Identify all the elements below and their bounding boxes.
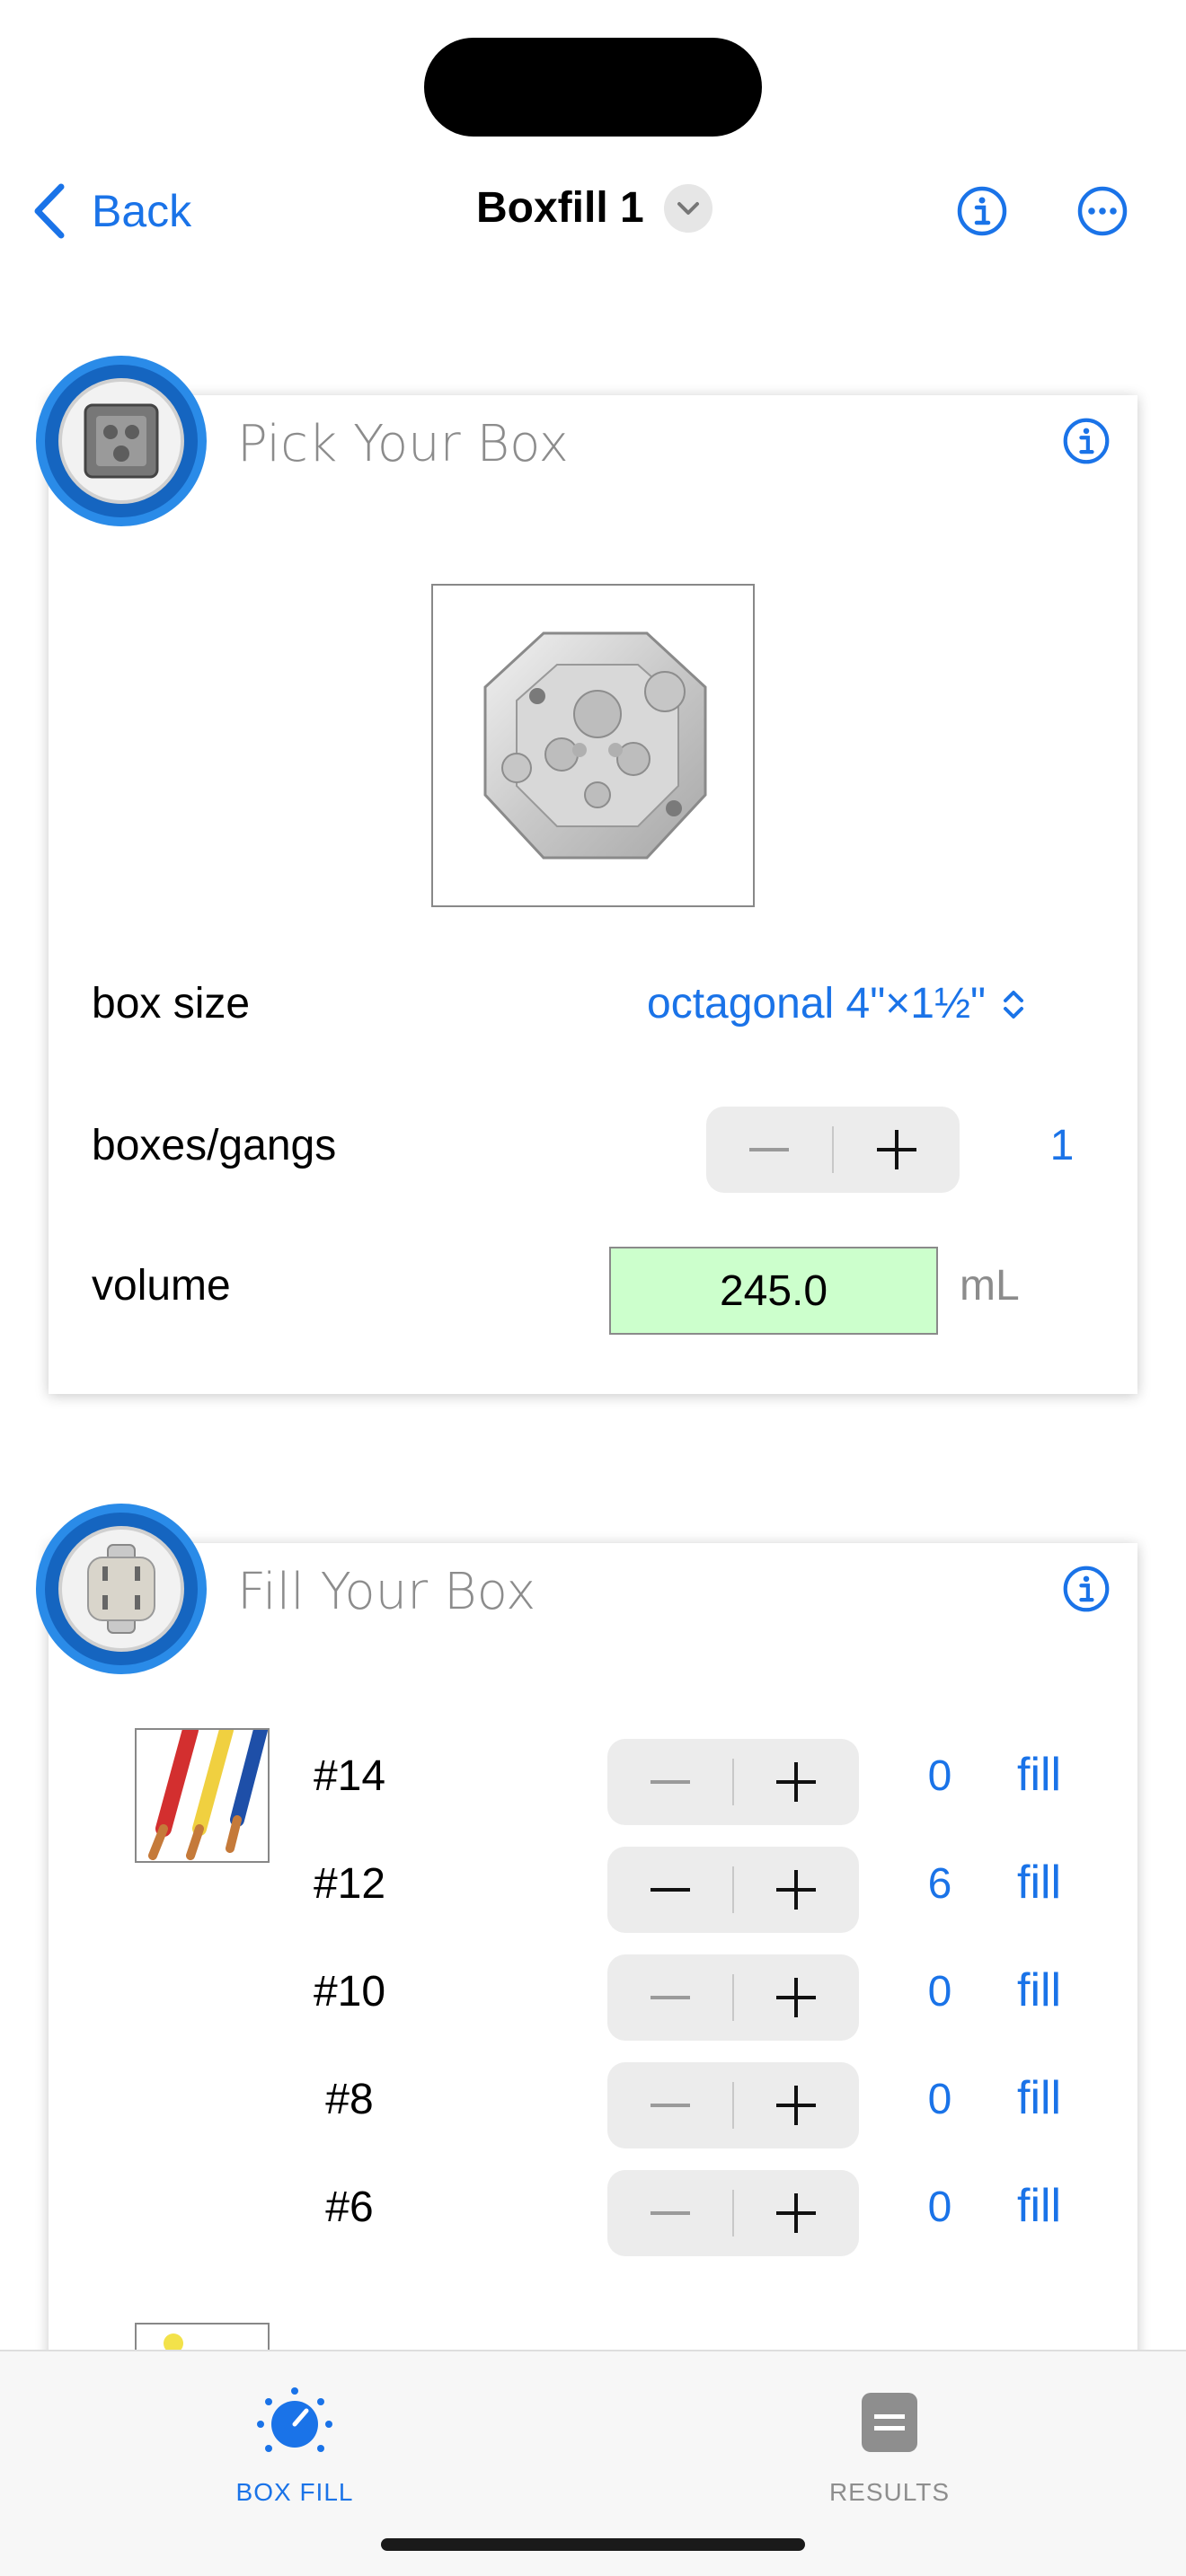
page-title: Boxfill 1 [476,183,712,233]
box-size-label: box size [92,980,251,1028]
dynamic-island [424,38,762,137]
wire-count: 0 [927,2076,952,2123]
decrement-button[interactable] [607,1954,732,2041]
increment-button[interactable] [734,1739,859,1825]
back-label: Back [92,186,192,236]
wire-gauge: #10 [313,1968,386,2016]
increment-button[interactable] [834,1107,960,1193]
volume-field[interactable]: 245.0 [609,1247,938,1335]
tab-box-fill[interactable]: BOX FILL [160,2384,429,2507]
box-image[interactable] [431,584,755,907]
octagonal-box-image [483,631,707,860]
decrement-button[interactable] [607,1847,732,1933]
decrement-button[interactable] [607,2062,732,2148]
chevron-up-down-icon [1004,990,1024,1019]
equals-icon [862,2393,917,2452]
volume-unit: mL [960,1262,1020,1310]
fill-box-badge [36,1504,207,1674]
home-indicator [381,2538,805,2551]
chevron-down-icon [677,201,699,215]
more-options-icon[interactable] [1076,185,1128,237]
wire-stepper[interactable] [607,2170,859,2256]
wire-count: 0 [927,1968,952,2016]
title-menu-button[interactable] [663,183,712,233]
plus-icon [776,1978,817,2017]
chevron-left-icon [34,183,65,239]
minus-icon [650,1996,690,1999]
increment-button[interactable] [734,1954,859,2041]
document-title: Boxfill 1 [476,184,644,232]
card-title: Pick Your Box [237,415,569,473]
minus-icon [749,1148,789,1151]
fill-button[interactable]: fill [1017,2179,1061,2233]
increment-button[interactable] [734,1847,859,1933]
fill-button[interactable]: fill [1017,2071,1061,2125]
wire-stepper[interactable] [607,2062,859,2148]
wire-stepper[interactable] [607,1847,859,1933]
tab-results[interactable]: RESULTS [755,2384,1024,2507]
increment-button[interactable] [734,2062,859,2148]
info-icon[interactable] [956,185,1008,237]
minus-icon [650,2104,690,2107]
box-thumbnail [58,378,184,504]
wire-count: 6 [927,1860,952,1908]
wire-gauge: #8 [325,2076,374,2123]
box-size-picker[interactable]: octagonal 4"×1½" [647,979,1027,1028]
wire-gauge: #14 [313,1752,386,1800]
square-box-icon [84,403,159,479]
boxes-count: 1 [1049,1122,1075,1169]
boxes-gangs-label: boxes/gangs [92,1122,337,1169]
plus-icon [877,1130,916,1169]
plus-icon [776,2193,817,2233]
decrement-button[interactable] [706,1107,832,1193]
info-icon[interactable] [1062,417,1111,465]
fill-box-card: Fill Your Box #14 0 fill #12 6 fill #10 … [49,1543,1137,2448]
wire-image [135,1728,270,1863]
fill-button[interactable]: fill [1017,1748,1061,1802]
wire-stepper[interactable] [607,1954,859,2041]
navigation-bar: Back Boxfill 1 [0,171,1186,251]
plus-icon [776,2086,817,2125]
wire-count: 0 [927,1752,952,1800]
info-icon[interactable] [1062,1565,1111,1613]
tab-label: BOX FILL [235,2478,354,2506]
pick-box-card: Pick Your Box box size octagonal 4"×1½" … [49,395,1137,1394]
fill-button[interactable]: fill [1017,1856,1061,1910]
minus-icon [650,2211,690,2215]
boxes-stepper[interactable] [706,1107,960,1193]
minus-icon [650,1888,690,1892]
gauge-icon [257,2387,332,2452]
decrement-button[interactable] [607,1739,732,1825]
plus-icon [776,1762,817,1802]
receptacle-thumbnail [58,1526,184,1652]
back-button[interactable]: Back [32,183,191,239]
minus-icon [650,1780,690,1784]
wire-gauge: #6 [325,2183,374,2231]
wire-stepper[interactable] [607,1739,859,1825]
wire-gauge: #12 [313,1860,386,1908]
fill-button[interactable]: fill [1017,1963,1061,2017]
volume-label: volume [92,1262,231,1310]
decrement-button[interactable] [607,2170,732,2256]
pick-box-badge [36,356,207,526]
box-size-value: octagonal 4"×1½" [647,980,987,1028]
tab-label: RESULTS [828,2478,951,2506]
wires-image [148,1730,268,1860]
wire-count: 0 [927,2183,952,2231]
card-title: Fill Your Box [237,1563,536,1621]
receptacle-icon [87,1544,155,1634]
increment-button[interactable] [734,2170,859,2256]
plus-icon [776,1870,817,1910]
